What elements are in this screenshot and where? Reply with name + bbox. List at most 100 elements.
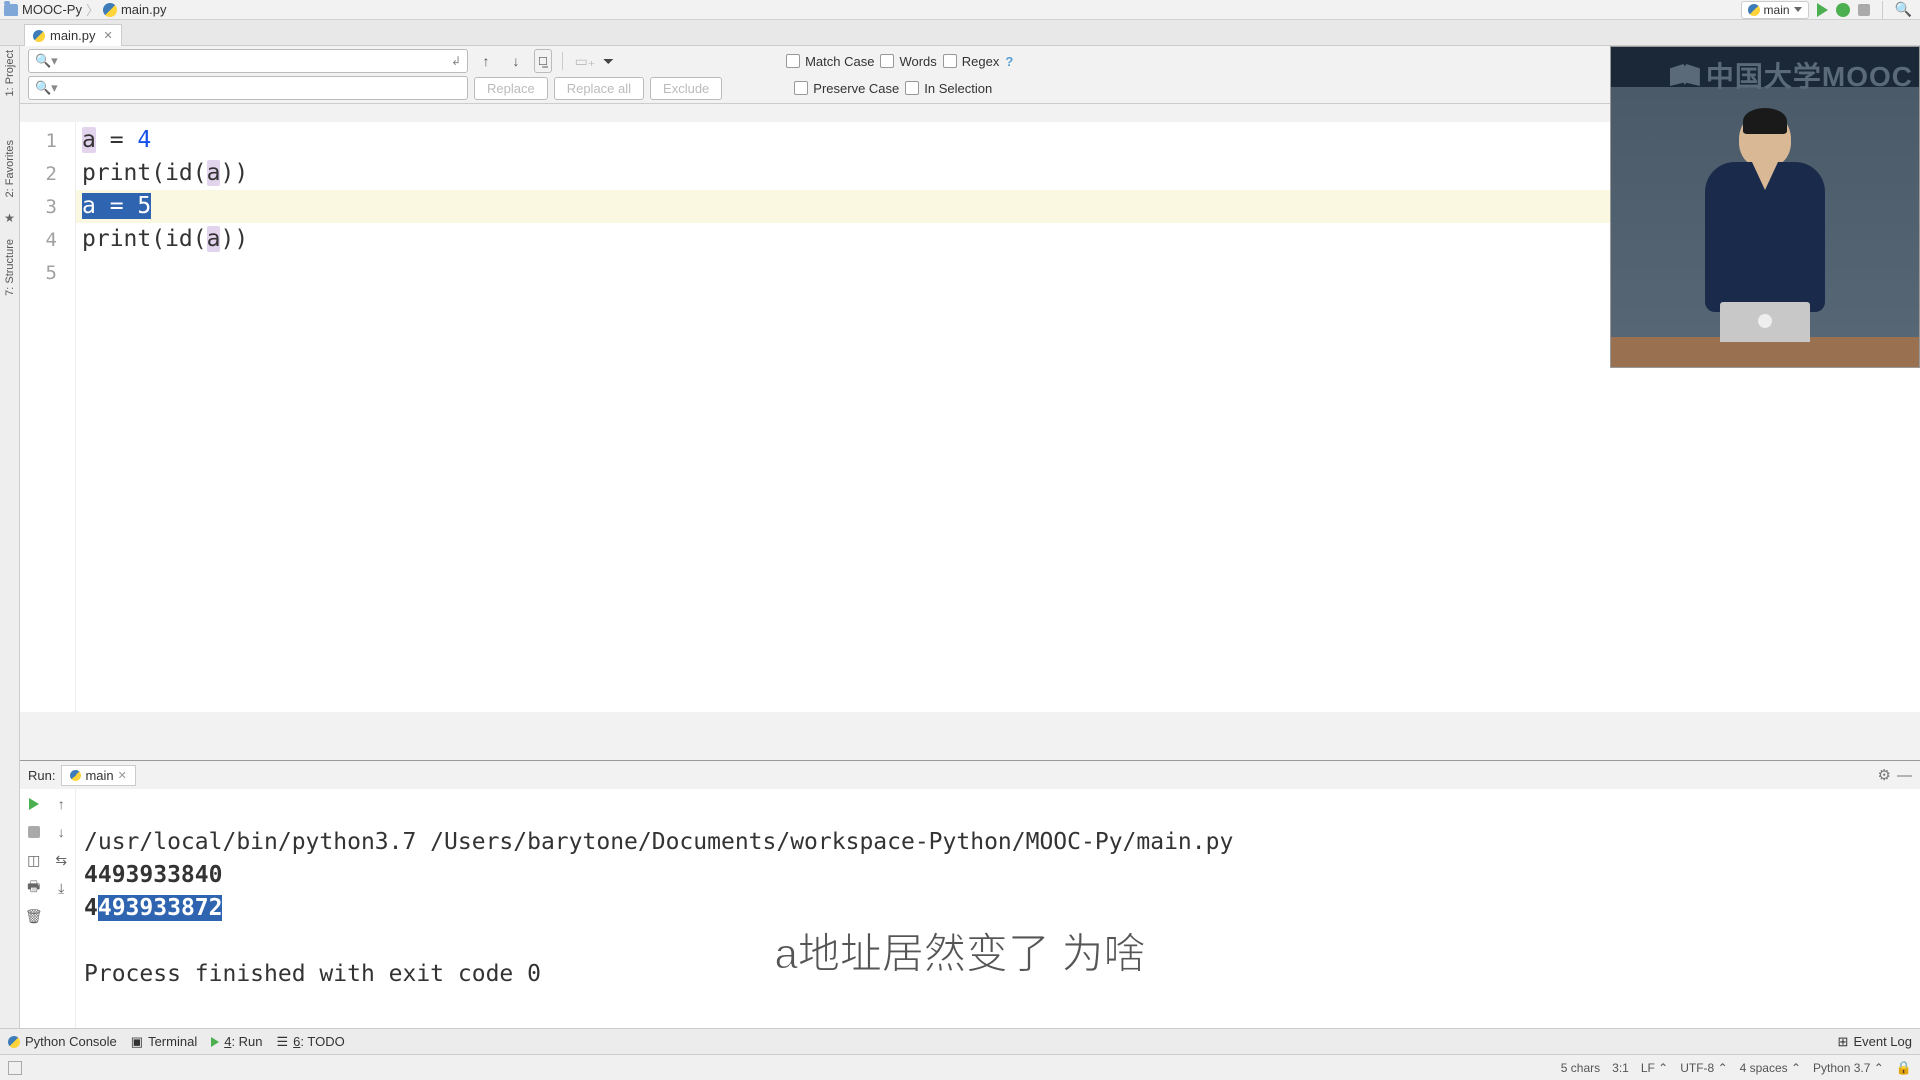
variable: a <box>82 127 96 153</box>
search-everywhere-icon[interactable]: 🔍 <box>1895 1 1912 18</box>
star-icon: ★ <box>4 211 15 225</box>
console-selection: 493933872 <box>98 895 223 921</box>
book-icon <box>1670 64 1700 86</box>
run-tool-button[interactable]: 4: Run <box>211 1034 262 1049</box>
navigation-bar: MOOC-Py 〉 main.py main 🔍 <box>0 0 1920 20</box>
status-interpreter[interactable]: Python 3.7 ⌃ <box>1813 1061 1884 1075</box>
event-log-button[interactable]: ⊞ Event Log <box>1838 1034 1912 1050</box>
python-file-icon <box>70 770 81 781</box>
label: 6: TODO <box>293 1034 345 1049</box>
run-button[interactable] <box>1817 3 1828 17</box>
replace-input[interactable] <box>58 81 461 96</box>
gear-icon[interactable]: ⚙ <box>1878 766 1891 784</box>
stop-button[interactable] <box>1858 4 1870 16</box>
label: Terminal <box>148 1034 197 1049</box>
presenter-figure <box>1705 112 1825 342</box>
run-side-toolbar: ◫ 🖶 🗑 ↑ ↓ ⇆ ⤓ <box>20 789 76 1054</box>
exclude-button[interactable]: Exclude <box>650 77 722 100</box>
in-selection-label: In Selection <box>924 81 992 96</box>
status-encoding[interactable]: UTF-8 ⌃ <box>1680 1061 1727 1075</box>
line-number: 3 <box>20 190 75 223</box>
minimize-icon[interactable]: — <box>1897 767 1912 784</box>
next-match-button[interactable]: ↓ <box>504 49 528 73</box>
replace-button[interactable]: Replace <box>474 77 548 100</box>
breadcrumb[interactable]: MOOC-Py 〉 main.py <box>4 0 167 19</box>
tool-windows-toggle-icon[interactable] <box>8 1061 22 1075</box>
mooc-logo-text: 中国大学MOOC <box>1706 55 1913 95</box>
terminal-button[interactable]: ▣ Terminal <box>131 1034 197 1050</box>
stop-button[interactable] <box>25 823 43 841</box>
down-icon[interactable]: ↓ <box>52 823 70 841</box>
lock-icon[interactable]: 🔒 <box>1896 1060 1912 1076</box>
debug-button[interactable] <box>1836 3 1850 17</box>
replace-input-box[interactable]: 🔍▾ <box>28 76 468 100</box>
replace-all-button[interactable]: Replace all <box>554 77 644 100</box>
run-config-name: main <box>1764 3 1790 17</box>
console-line: 4493933840 <box>84 862 222 888</box>
label: Python Console <box>25 1034 117 1049</box>
filter-icon[interactable]: ⏷ <box>603 53 614 70</box>
line-number: 2 <box>20 157 75 190</box>
status-indent[interactable]: 4 spaces ⌃ <box>1740 1061 1801 1075</box>
selection: a <box>82 193 96 219</box>
console-text: 4 <box>84 895 98 921</box>
rerun-button[interactable] <box>25 795 43 813</box>
project-tool-button[interactable]: 1: Project <box>4 50 16 96</box>
newline-icon[interactable]: ↲ <box>451 54 461 68</box>
status-cursor-pos[interactable]: 3:1 <box>1612 1061 1629 1075</box>
find-input[interactable] <box>58 54 451 69</box>
scroll-to-end-icon[interactable]: ⤓ <box>52 879 70 897</box>
match-case-checkbox[interactable]: Match Case <box>786 54 874 69</box>
status-bar: 5 chars 3:1 LF ⌃ UTF-8 ⌃ 4 spaces ⌃ Pyth… <box>0 1054 1920 1080</box>
favorites-tool-button[interactable]: 2: Favorites <box>4 140 16 197</box>
print-icon[interactable]: 🖶 <box>25 879 43 897</box>
trash-icon[interactable]: 🗑 <box>25 907 43 925</box>
python-file-icon <box>33 30 45 42</box>
label: 4: Run <box>224 1034 262 1049</box>
status-line-sep[interactable]: LF ⌃ <box>1641 1061 1668 1075</box>
todo-button[interactable]: ☰ 6: TODO <box>277 1034 345 1050</box>
code-text: print(id( <box>82 160 207 186</box>
line-number: 4 <box>20 223 75 256</box>
regex-label: Regex <box>962 54 1000 69</box>
event-log-icon: ⊞ <box>1838 1034 1849 1050</box>
run-tab-name: main <box>85 768 113 783</box>
preserve-case-checkbox[interactable]: Preserve Case <box>794 81 899 96</box>
play-icon <box>211 1037 219 1047</box>
layout-icon[interactable]: ◫ <box>25 851 43 869</box>
close-icon[interactable]: ✕ <box>118 769 127 782</box>
words-checkbox[interactable]: Words <box>880 54 936 69</box>
run-tool-window: Run: main ✕ ⚙ — ◫ 🖶 🗑 ↑ ↓ ⇆ ⤓ /usr/loc <box>20 760 1920 1054</box>
number-literal: 4 <box>137 127 151 153</box>
regex-checkbox[interactable]: Regex <box>943 54 1000 69</box>
file-tab-label: main.py <box>50 28 96 43</box>
variable: a <box>207 160 221 186</box>
code-text: print(id( <box>82 226 207 252</box>
line-number: 1 <box>20 124 75 157</box>
close-tab-icon[interactable]: ✕ <box>104 29 113 42</box>
up-icon[interactable]: ↑ <box>52 795 70 813</box>
console-exit-line: Process finished with exit code 0 <box>84 961 541 987</box>
soft-wrap-icon[interactable]: ⇆ <box>52 851 70 869</box>
structure-tool-button[interactable]: 7: Structure <box>4 239 16 296</box>
regex-help-icon[interactable]: ? <box>1005 54 1013 69</box>
lecture-video-overlay: 中国大学MOOC <box>1610 46 1920 368</box>
file-tab-main[interactable]: main.py ✕ <box>24 24 122 46</box>
python-console-button[interactable]: Python Console <box>8 1034 117 1049</box>
separator <box>1882 1 1883 19</box>
line-number-gutter: 1 2 3 4 5 <box>20 122 76 712</box>
find-input-box[interactable]: 🔍▾ ↲ <box>28 49 468 73</box>
words-label: Words <box>899 54 936 69</box>
status-chars: 5 chars <box>1561 1061 1600 1075</box>
breadcrumb-file: main.py <box>121 2 167 17</box>
run-configuration-selector[interactable]: main <box>1741 1 1809 19</box>
run-tab[interactable]: main ✕ <box>61 765 135 786</box>
run-label: Run: <box>28 768 55 783</box>
prev-match-button[interactable]: ↑ <box>474 49 498 73</box>
in-selection-checkbox[interactable]: In Selection <box>905 81 992 96</box>
select-all-occurrences-button[interactable]: ☐̲ <box>534 49 552 73</box>
python-icon <box>8 1036 20 1048</box>
code-text: )) <box>220 226 248 252</box>
preserve-case-label: Preserve Case <box>813 81 899 96</box>
add-selection-button[interactable]: ▭₊ <box>573 49 597 73</box>
